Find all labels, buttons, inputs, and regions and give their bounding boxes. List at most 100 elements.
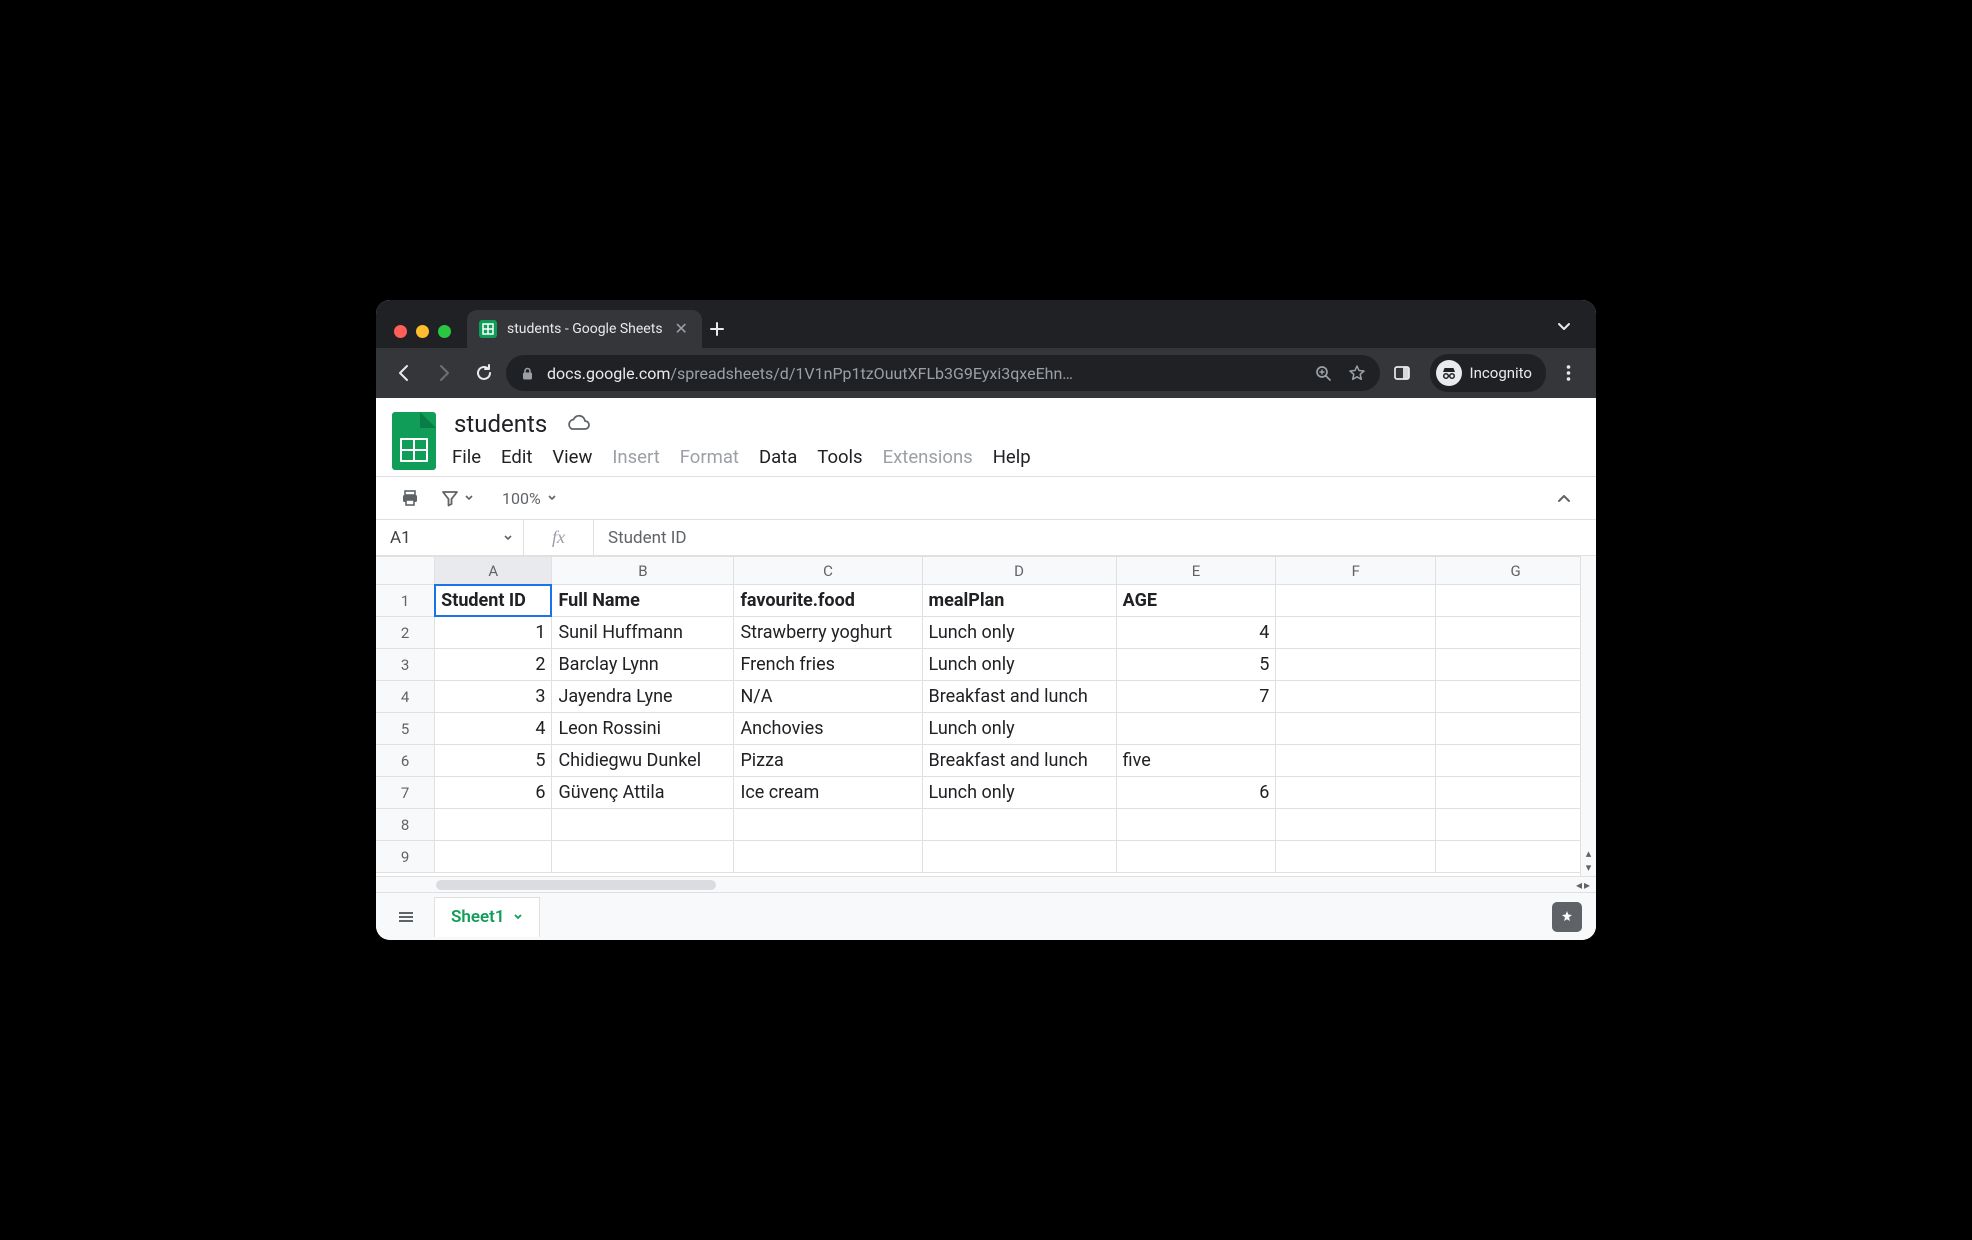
select-all-corner[interactable] <box>376 557 435 585</box>
cell-D6[interactable]: Breakfast and lunch <box>922 745 1116 777</box>
window-close-button[interactable] <box>394 325 407 338</box>
cell-A8[interactable] <box>435 809 552 841</box>
cell-F2[interactable] <box>1276 617 1436 649</box>
cell-D9[interactable] <box>922 841 1116 873</box>
cell-B2[interactable]: Sunil Huffmann <box>552 617 734 649</box>
cell-C3[interactable]: French fries <box>734 649 922 681</box>
row-header[interactable]: 5 <box>376 713 435 745</box>
cell-E8[interactable] <box>1116 809 1276 841</box>
explore-button[interactable] <box>1552 902 1582 932</box>
row-header[interactable]: 6 <box>376 745 435 777</box>
row-header[interactable]: 8 <box>376 809 435 841</box>
cell-G2[interactable] <box>1436 617 1596 649</box>
chevron-down-icon[interactable] <box>513 912 523 922</box>
menu-data[interactable]: Data <box>759 446 797 468</box>
menu-help[interactable]: Help <box>993 446 1031 468</box>
new-tab-button[interactable] <box>702 314 732 344</box>
cell-F3[interactable] <box>1276 649 1436 681</box>
cell-E2[interactable]: 4 <box>1116 617 1276 649</box>
cell-E3[interactable]: 5 <box>1116 649 1276 681</box>
cell-B8[interactable] <box>552 809 734 841</box>
cell-A6[interactable]: 5 <box>435 745 552 777</box>
cell-E1[interactable]: AGE <box>1116 585 1276 617</box>
scroll-up-icon[interactable]: ▴ <box>1586 847 1592 860</box>
cell-B7[interactable]: Güvenç Attila <box>552 777 734 809</box>
cell-B9[interactable] <box>552 841 734 873</box>
print-button[interactable] <box>394 484 426 512</box>
cell-C5[interactable]: Anchovies <box>734 713 922 745</box>
window-minimize-button[interactable] <box>416 325 429 338</box>
cell-E9[interactable] <box>1116 841 1276 873</box>
cell-G1[interactable] <box>1436 585 1596 617</box>
cell-G5[interactable] <box>1436 713 1596 745</box>
row-header[interactable]: 3 <box>376 649 435 681</box>
cell-B6[interactable]: Chidiegwu Dunkel <box>552 745 734 777</box>
cell-D7[interactable]: Lunch only <box>922 777 1116 809</box>
cell-D4[interactable]: Breakfast and lunch <box>922 681 1116 713</box>
cell-A9[interactable] <box>435 841 552 873</box>
zoom-indicator-icon[interactable] <box>1315 365 1332 382</box>
cloud-saved-icon[interactable] <box>565 414 591 434</box>
tabs-dropdown-button[interactable] <box>1550 312 1578 340</box>
cell-A7[interactable]: 6 <box>435 777 552 809</box>
cell-F6[interactable] <box>1276 745 1436 777</box>
cell-F4[interactable] <box>1276 681 1436 713</box>
cell-C7[interactable]: Ice cream <box>734 777 922 809</box>
row-header[interactable]: 4 <box>376 681 435 713</box>
cell-F5[interactable] <box>1276 713 1436 745</box>
sheets-logo-icon[interactable] <box>392 412 436 470</box>
row-header[interactable]: 2 <box>376 617 435 649</box>
browser-tab-active[interactable]: students - Google Sheets ✕ <box>467 310 702 348</box>
menu-tools[interactable]: Tools <box>817 446 862 468</box>
col-header-D[interactable]: D <box>922 557 1116 585</box>
cell-E4[interactable]: 7 <box>1116 681 1276 713</box>
incognito-badge[interactable]: Incognito <box>1430 354 1546 392</box>
cell-D2[interactable]: Lunch only <box>922 617 1116 649</box>
nav-back-button[interactable] <box>386 355 422 391</box>
formula-input[interactable]: Student ID <box>594 520 1596 555</box>
bookmark-star-icon[interactable] <box>1348 364 1366 382</box>
scrollbar-thumb[interactable] <box>436 880 716 890</box>
cell-D5[interactable]: Lunch only <box>922 713 1116 745</box>
menu-extensions[interactable]: Extensions <box>883 446 973 468</box>
spreadsheet-grid[interactable]: A B C D E F G 1 Student ID Full Name fav… <box>376 556 1596 876</box>
cell-C6[interactable]: Pizza <box>734 745 922 777</box>
cell-C1[interactable]: favourite.food <box>734 585 922 617</box>
cell-D8[interactable] <box>922 809 1116 841</box>
sheet-tab-active[interactable]: Sheet1 <box>434 897 540 937</box>
cell-G3[interactable] <box>1436 649 1596 681</box>
cell-G7[interactable] <box>1436 777 1596 809</box>
scroll-left-icon[interactable]: ◂ <box>1576 878 1582 892</box>
menu-view[interactable]: View <box>552 446 592 468</box>
col-header-F[interactable]: F <box>1276 557 1436 585</box>
cell-C2[interactable]: Strawberry yoghurt <box>734 617 922 649</box>
menu-file[interactable]: File <box>452 446 481 468</box>
horizontal-scrollbar[interactable]: ◂ ▸ <box>376 876 1596 892</box>
cell-G4[interactable] <box>1436 681 1596 713</box>
cell-C4[interactable]: N/A <box>734 681 922 713</box>
side-panel-button[interactable] <box>1384 355 1420 391</box>
cell-F9[interactable] <box>1276 841 1436 873</box>
col-header-E[interactable]: E <box>1116 557 1276 585</box>
col-header-C[interactable]: C <box>734 557 922 585</box>
cell-G9[interactable] <box>1436 841 1596 873</box>
menu-insert[interactable]: Insert <box>612 446 659 468</box>
nav-reload-button[interactable] <box>466 355 502 391</box>
filter-button[interactable] <box>434 484 480 512</box>
row-header[interactable]: 9 <box>376 841 435 873</box>
scroll-down-icon[interactable]: ▾ <box>1586 861 1592 874</box>
cell-D1[interactable]: mealPlan <box>922 585 1116 617</box>
cell-A1[interactable]: Student ID <box>435 585 552 617</box>
collapse-toolbar-button[interactable] <box>1550 486 1578 510</box>
cell-A5[interactable]: 4 <box>435 713 552 745</box>
tab-close-icon[interactable]: ✕ <box>673 319 690 339</box>
col-header-A[interactable]: A <box>435 557 552 585</box>
all-sheets-button[interactable] <box>390 901 422 933</box>
cell-E6[interactable]: five <box>1116 745 1276 777</box>
cell-F1[interactable] <box>1276 585 1436 617</box>
nav-forward-button[interactable] <box>426 355 462 391</box>
scroll-right-icon[interactable]: ▸ <box>1584 878 1590 892</box>
cell-E5[interactable] <box>1116 713 1276 745</box>
menu-format[interactable]: Format <box>680 446 739 468</box>
cell-F7[interactable] <box>1276 777 1436 809</box>
